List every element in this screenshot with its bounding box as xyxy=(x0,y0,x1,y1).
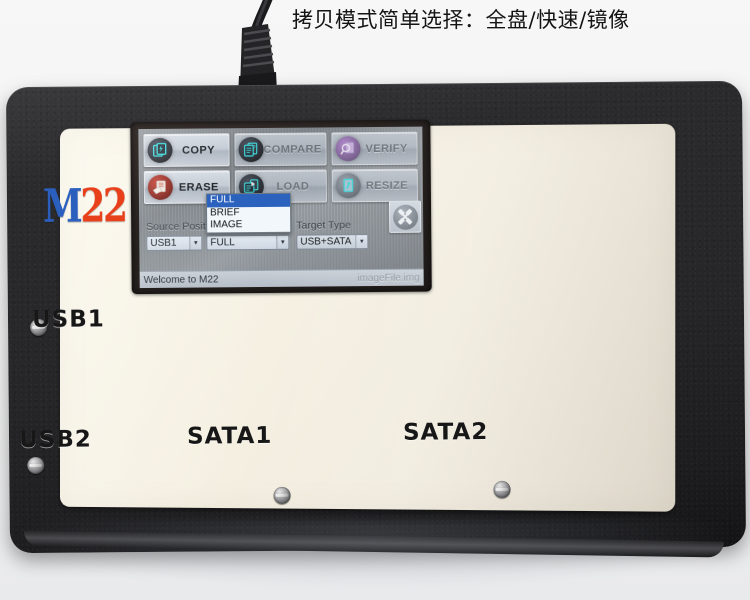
screw-bottom-right xyxy=(493,480,511,498)
verify-magnifier-icon xyxy=(335,136,361,162)
resize-button-label: RESIZE xyxy=(365,179,409,192)
duplicator-device: M22 USB1 USB2 SATA1 SATA2 COPY ? COMPARE… xyxy=(5,80,747,558)
annotation-header-text: 拷贝模式简单选择：全盘/快速/镜像 xyxy=(292,8,630,32)
copy-mode-value: FULL xyxy=(210,237,235,249)
verify-button[interactable]: VERIFY xyxy=(331,131,418,166)
wrench-icon xyxy=(392,204,418,230)
compare-button[interactable]: ? COMPARE xyxy=(234,132,327,167)
copy-mode-select[interactable]: FULL ▼ xyxy=(206,234,290,251)
target-type-select[interactable]: USB+SATA ▼ xyxy=(296,234,369,250)
port-label-usb1: USB1 xyxy=(31,306,105,334)
load-button-label: LOAD xyxy=(276,180,310,193)
port-label-sata1: SATA1 xyxy=(186,422,273,450)
logo-number-22: 22 xyxy=(80,178,126,233)
copy-mode-option-full[interactable]: FULL xyxy=(206,193,291,207)
status-bar: Welcome to M22 imageFile.img xyxy=(139,268,424,289)
resize-document-icon xyxy=(335,173,362,199)
port-label-usb2: USB2 xyxy=(18,426,92,454)
source-position-select[interactable]: USB1 ▼ xyxy=(146,235,203,252)
chevron-down-icon[interactable]: ▼ xyxy=(276,235,289,249)
brand-logo: M22 xyxy=(43,178,126,233)
lcd-bezel: COPY ? COMPARE VERIFY ERASE LOAD RESIZE … xyxy=(130,119,432,295)
touchscreen-display[interactable]: COPY ? COMPARE VERIFY ERASE LOAD RESIZE … xyxy=(138,126,424,289)
source-position-value: USB1 xyxy=(150,237,177,249)
copy-mode-dropdown-list[interactable]: FULL BRIEF IMAGE xyxy=(205,192,292,233)
svg-text:?: ? xyxy=(252,145,256,152)
port-label-sata2: SATA2 xyxy=(402,419,489,446)
erase-document-icon xyxy=(147,174,173,200)
settings-tool-button[interactable] xyxy=(388,200,422,233)
photo-background: 拷贝模式简单选择：全盘/快速/镜像 M22 USB1 USB2 SATA1 SA… xyxy=(0,0,750,600)
compare-document-icon: ? xyxy=(238,136,264,163)
controls-row: Source Position USB1 ▼ FULL ▼ FULL BRIEF… xyxy=(144,192,424,255)
chevron-down-icon[interactable]: ▼ xyxy=(189,236,202,250)
target-type-label: Target Type xyxy=(296,219,351,232)
copy-document-icon xyxy=(147,137,173,163)
device-bottom-edge xyxy=(23,530,725,558)
screw-bottom-center xyxy=(273,486,291,504)
chevron-down-icon[interactable]: ▼ xyxy=(355,235,368,249)
copy-mode-option-image[interactable]: IMAGE xyxy=(207,219,290,232)
status-message: Welcome to M22 xyxy=(143,273,219,286)
target-type-value: USB+SATA xyxy=(300,236,352,248)
logo-letter-m: M xyxy=(42,178,81,233)
verify-button-label: VERIFY xyxy=(365,142,408,155)
copy-mode-option-brief[interactable]: BRIEF xyxy=(207,206,290,219)
resize-button[interactable]: RESIZE xyxy=(331,168,418,203)
screw-bottom-left xyxy=(27,456,45,475)
copy-button[interactable]: COPY xyxy=(143,133,230,168)
status-image-file: imageFile.img xyxy=(357,272,420,284)
compare-button-label: COMPARE xyxy=(263,142,322,156)
erase-button-label: ERASE xyxy=(178,180,219,194)
copy-button-label: COPY xyxy=(182,143,215,157)
